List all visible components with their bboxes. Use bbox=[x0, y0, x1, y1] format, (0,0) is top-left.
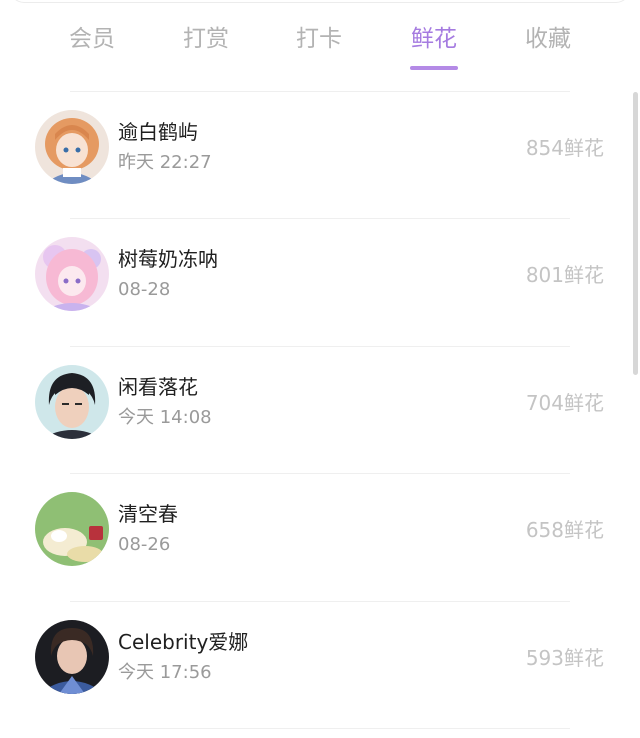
tab-favorites[interactable]: 收藏 bbox=[503, 22, 593, 56]
timestamp: 今天 14:08 bbox=[118, 407, 212, 428]
avatar[interactable] bbox=[35, 365, 109, 439]
green-illustration-avatar-image bbox=[35, 492, 109, 566]
avatar[interactable] bbox=[35, 492, 109, 566]
user-name: 逾白鹤屿 bbox=[118, 120, 198, 144]
flower-count: 801鲜花 bbox=[525, 263, 604, 287]
pink-anime-avatar-image bbox=[35, 237, 109, 311]
divider bbox=[70, 728, 570, 729]
timestamp: 08-26 bbox=[118, 534, 171, 555]
user-name: 清空春 bbox=[118, 502, 178, 526]
user-name: 闲看落花 bbox=[118, 375, 198, 399]
flower-count: 704鲜花 bbox=[525, 391, 604, 415]
anime-girl-avatar-image bbox=[35, 110, 109, 184]
active-tab-indicator bbox=[410, 66, 458, 70]
flower-count: 854鲜花 bbox=[525, 136, 604, 160]
tab-membership[interactable]: 会员 bbox=[47, 22, 137, 56]
flower-count: 593鲜花 bbox=[525, 646, 604, 670]
timestamp: 昨天 22:27 bbox=[118, 152, 212, 173]
list-item[interactable]: 闲看落花 今天 14:08 704鲜花 bbox=[0, 347, 640, 473]
man-blue-jacket-avatar-image bbox=[35, 620, 109, 694]
tab-tips[interactable]: 打赏 bbox=[161, 22, 251, 56]
young-man-avatar-image bbox=[35, 365, 109, 439]
user-name: Celebrity爱娜 bbox=[118, 630, 249, 654]
list-item[interactable]: 树莓奶冻呐 08-28 801鲜花 bbox=[0, 219, 640, 345]
user-name: 树莓奶冻呐 bbox=[118, 247, 218, 271]
list-item[interactable]: Celebrity爱娜 今天 17:56 593鲜花 bbox=[0, 602, 640, 728]
timestamp: 今天 17:56 bbox=[118, 662, 212, 683]
tab-bar: 会员 打赏 打卡 鲜花 收藏 bbox=[0, 0, 640, 84]
flower-count: 658鲜花 bbox=[525, 518, 604, 542]
timestamp: 08-28 bbox=[118, 279, 171, 300]
list-item[interactable]: 逾白鹤屿 昨天 22:27 854鲜花 bbox=[0, 92, 640, 218]
list-item[interactable]: 清空春 08-26 658鲜花 bbox=[0, 474, 640, 600]
avatar[interactable] bbox=[35, 620, 109, 694]
avatar[interactable] bbox=[35, 110, 109, 184]
avatar[interactable] bbox=[35, 237, 109, 311]
tab-flowers[interactable]: 鲜花 bbox=[389, 22, 479, 56]
tab-checkin[interactable]: 打卡 bbox=[274, 22, 364, 56]
